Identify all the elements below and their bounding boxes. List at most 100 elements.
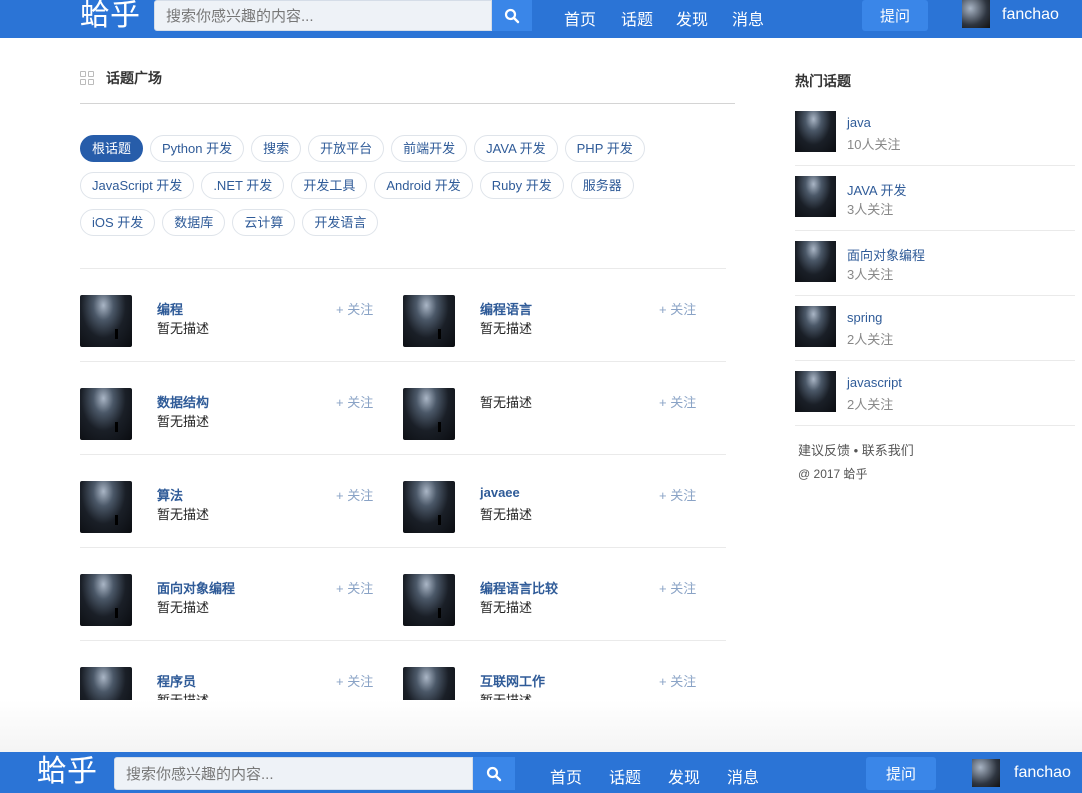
topic-image[interactable] [403, 388, 455, 440]
topic-square: 话题广场 根话题 Python 开发 搜索 开放平台 前端开发 JAVA 开发 PHP 开发… [80, 38, 735, 728]
topic-image[interactable] [403, 574, 455, 626]
follow-button[interactable]: + 关注 [659, 299, 696, 318]
topic-card: 编程语言比较 暂无描述 + 关注 [403, 548, 726, 641]
follow-button[interactable]: + 关注 [336, 485, 373, 504]
hot-topic-followers: 2人关注 [847, 397, 894, 412]
sidebar-title: 热门话题 [795, 73, 851, 89]
search-button[interactable] [492, 0, 532, 31]
topic-image[interactable] [80, 295, 132, 347]
tag-frontend[interactable]: 前端开发 [391, 135, 468, 162]
search-input[interactable]: 搜索你感兴趣的内容... [114, 757, 473, 790]
topic-card: 算法 暂无描述 + 关注 [80, 455, 403, 548]
topic-description: 暂无描述 [157, 507, 210, 522]
hot-topic-name[interactable]: 面向对象编程 [847, 245, 925, 264]
site-logo[interactable]: 蛤乎 [37, 757, 97, 787]
search-icon [486, 766, 502, 781]
follow-button[interactable]: + 关注 [336, 671, 373, 690]
topic-image[interactable] [795, 111, 836, 152]
list-item: JAVA 开发 3人关注 [795, 166, 1075, 231]
topic-name[interactable]: javaee [480, 485, 520, 500]
nav-discover[interactable]: 发现 [668, 764, 700, 788]
topic-image[interactable] [795, 176, 836, 217]
nav-messages[interactable]: 消息 [727, 764, 759, 788]
tag-cloud[interactable]: 云计算 [232, 209, 296, 236]
page-fade [0, 700, 1082, 752]
tag-database[interactable]: 数据库 [162, 209, 226, 236]
tag-java[interactable]: JAVA 开发 [474, 135, 558, 162]
hot-topic-name[interactable]: spring [847, 310, 882, 325]
table-row: 面向对象编程 暂无描述 + 关注 编程语言比较 暂无描述 + 关注 [80, 548, 726, 641]
follow-button[interactable]: + 关注 [336, 578, 373, 597]
topic-card: 数据结构 暂无描述 + 关注 [80, 362, 403, 455]
topic-image[interactable] [80, 481, 132, 533]
follow-button[interactable]: + 关注 [336, 392, 373, 411]
username[interactable]: fanchao [1002, 6, 1059, 24]
tag-list: 根话题 Python 开发 搜索 开放平台 前端开发 JAVA 开发 PHP 开发 Java… [80, 135, 735, 246]
hot-topic-name[interactable]: java [847, 115, 871, 130]
copyright: @ 2017 蛤乎 [798, 467, 868, 481]
topic-image[interactable] [403, 295, 455, 347]
username[interactable]: fanchao [1014, 764, 1071, 782]
follow-button[interactable]: + 关注 [659, 671, 696, 690]
hot-topic-name[interactable]: JAVA 开发 [847, 180, 906, 199]
topic-card: 编程语言 暂无描述 + 关注 [403, 269, 726, 362]
topic-name[interactable]: 编程语言比较 [480, 578, 558, 597]
topic-name[interactable]: 互联网工作 [480, 671, 545, 690]
topic-card: 编程 暂无描述 + 关注 [80, 269, 403, 362]
nav-topics[interactable]: 话题 [621, 6, 653, 30]
nav-home[interactable]: 首页 [564, 6, 596, 30]
tag-root[interactable]: 根话题 [80, 135, 144, 162]
tag-android[interactable]: Android 开发 [374, 172, 473, 199]
ask-button[interactable]: 提问 [866, 757, 936, 790]
hot-topic-name[interactable]: javascript [847, 375, 902, 390]
tag-dev-tools[interactable]: 开发工具 [291, 172, 368, 199]
hot-topic-followers: 3人关注 [847, 202, 894, 217]
tag-server[interactable]: 服务器 [570, 172, 634, 199]
tag-javascript[interactable]: JavaScript 开发 [80, 172, 195, 199]
topic-image[interactable] [795, 241, 836, 282]
nav-discover[interactable]: 发现 [676, 6, 708, 30]
topic-image[interactable] [80, 388, 132, 440]
nav-messages[interactable]: 消息 [732, 6, 764, 30]
tag-open-platform[interactable]: 开放平台 [308, 135, 385, 162]
tag-dev-language[interactable]: 开发语言 [302, 209, 379, 236]
topic-image[interactable] [795, 371, 836, 412]
list-item: javascript 2人关注 [795, 361, 1075, 426]
topic-name[interactable]: 编程语言 [480, 299, 532, 318]
section-header: 话题广场 [80, 68, 162, 88]
hot-topic-followers: 3人关注 [847, 267, 894, 282]
topic-image[interactable] [80, 574, 132, 626]
search-button[interactable] [473, 757, 515, 790]
tag-ios[interactable]: iOS 开发 [80, 209, 156, 236]
tag-python[interactable]: Python 开发 [150, 135, 245, 162]
table-row: 编程 暂无描述 + 关注 编程语言 暂无描述 + 关注 [80, 269, 726, 362]
list-item: 面向对象编程 3人关注 [795, 231, 1075, 296]
follow-button[interactable]: + 关注 [659, 392, 696, 411]
topic-name[interactable]: 面向对象编程 [157, 578, 235, 597]
search-input[interactable]: 搜索你感兴趣的内容... [154, 0, 492, 31]
topic-name[interactable]: 程序员 [157, 671, 196, 690]
search-icon [504, 8, 520, 23]
topic-image[interactable] [403, 481, 455, 533]
tag-ruby[interactable]: Ruby 开发 [479, 172, 564, 199]
follow-button[interactable]: + 关注 [659, 578, 696, 597]
topic-name[interactable]: 数据结构 [157, 392, 209, 411]
topic-name[interactable]: 编程 [157, 299, 183, 318]
topic-description: 暂无描述 [480, 600, 533, 615]
ask-button[interactable]: 提问 [862, 0, 928, 31]
nav-topics[interactable]: 话题 [609, 764, 641, 788]
user-avatar[interactable] [962, 0, 990, 28]
tag-search[interactable]: 搜索 [251, 135, 302, 162]
topic-image[interactable] [795, 306, 836, 347]
follow-button[interactable]: + 关注 [659, 485, 696, 504]
footer-links[interactable]: 建议反馈 • 联系我们 [798, 440, 914, 459]
tag-php[interactable]: PHP 开发 [564, 135, 645, 162]
user-avatar[interactable] [972, 759, 1000, 787]
topic-card: javaee 暂无描述 + 关注 [403, 455, 726, 548]
topic-description: 暂无描述 [157, 600, 210, 615]
nav-home[interactable]: 首页 [550, 764, 582, 788]
site-logo[interactable]: 蛤乎 [80, 1, 140, 31]
follow-button[interactable]: + 关注 [336, 299, 373, 318]
tag-dotnet[interactable]: .NET 开发 [201, 172, 285, 199]
topic-name[interactable]: 算法 [157, 485, 183, 504]
